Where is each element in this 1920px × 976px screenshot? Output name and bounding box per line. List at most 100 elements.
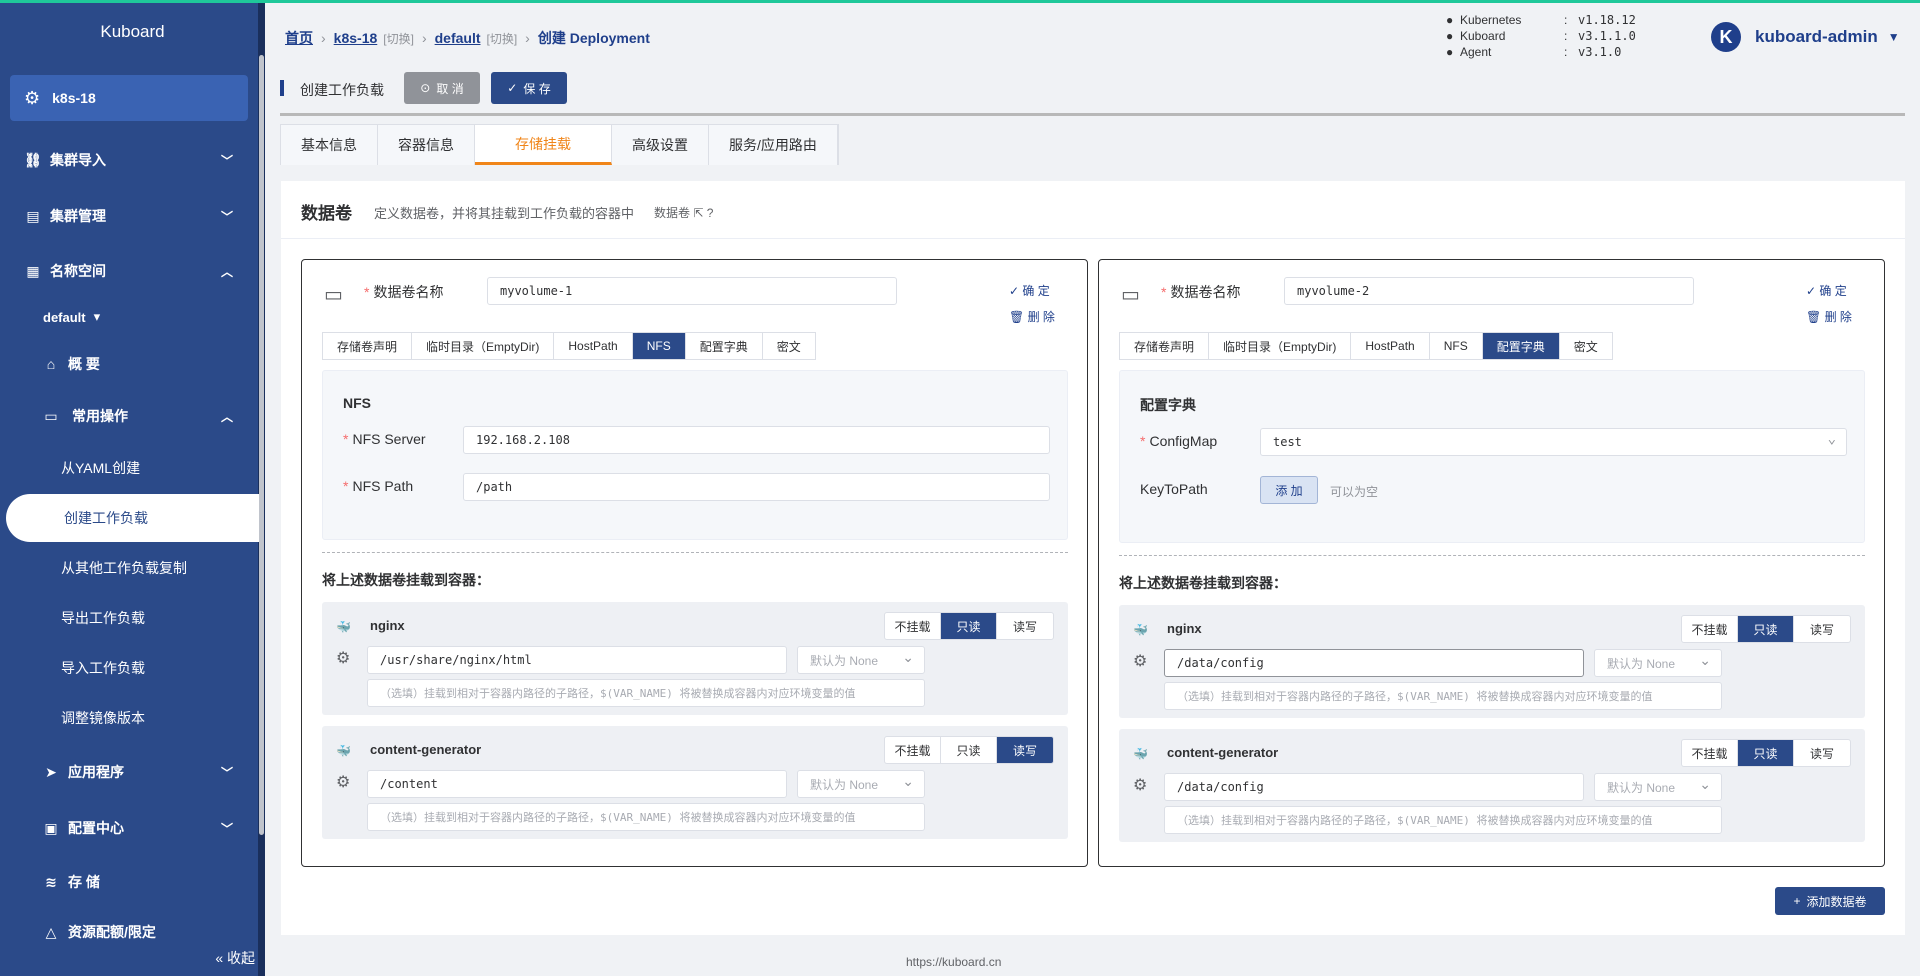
tab-storage-mount[interactable]: 存储挂载 bbox=[475, 125, 612, 165]
sidebar-item-config-center[interactable]: ▣ 配置中心 ﹀ bbox=[0, 808, 258, 848]
sidebar-item-applications[interactable]: ➤ 应用程序 ﹀ bbox=[0, 752, 258, 792]
sidebar-item-copy-workload[interactable]: 从其他工作负载复制 bbox=[0, 548, 258, 588]
volume-name-input[interactable]: myvolume-2 bbox=[1284, 277, 1694, 305]
gear-icon[interactable]: ⚙ bbox=[336, 648, 350, 668]
label-text: ConfigMap bbox=[1149, 433, 1218, 449]
scrollbar-thumb[interactable] bbox=[259, 55, 264, 835]
user-name: kuboard-admin bbox=[1755, 27, 1878, 46]
volume-type-nfs[interactable]: NFS bbox=[1429, 333, 1483, 359]
volume-type-configmap[interactable]: 配置字典 bbox=[1482, 333, 1560, 359]
breadcrumb-namespace[interactable]: default bbox=[435, 30, 481, 46]
propagation-select[interactable]: 默认为 None bbox=[797, 770, 925, 798]
propagation-select[interactable]: 默认为 None bbox=[1594, 773, 1722, 801]
tab-service-route[interactable]: 服务/应用路由 bbox=[709, 125, 838, 165]
tab-basic-info[interactable]: 基本信息 bbox=[281, 125, 378, 165]
mode-none[interactable]: 不挂载 bbox=[885, 737, 941, 763]
footer-link[interactable]: https://kuboard.cn bbox=[906, 955, 1001, 969]
volume-type-configmap[interactable]: 配置字典 bbox=[685, 333, 763, 359]
confirm-button[interactable]: ✓ 确 定 bbox=[1009, 282, 1050, 299]
mode-none[interactable]: 不挂载 bbox=[1682, 616, 1738, 642]
sidebar-item-adjust-image[interactable]: 调整镜像版本 bbox=[0, 698, 258, 738]
sidebar-scrollbar[interactable] bbox=[258, 0, 265, 976]
confirm-button[interactable]: ✓ 确 定 bbox=[1806, 282, 1847, 299]
mode-readonly[interactable]: 只读 bbox=[941, 737, 997, 763]
subpath-input[interactable]: （选填）挂载到相对于容器内路径的子路径，$(VAR_NAME) 将被替换成容器内… bbox=[367, 803, 925, 831]
volume-type-emptydir[interactable]: 临时目录（EmptyDir) bbox=[412, 333, 555, 359]
volume-type-hostpath[interactable]: HostPath bbox=[554, 333, 633, 359]
sidebar-item-create-workload[interactable]: 创建工作负载 bbox=[6, 494, 259, 542]
label-text: 数据卷名称 bbox=[1170, 284, 1241, 300]
switch-namespace-link[interactable]: [切换] bbox=[487, 30, 518, 47]
collapse-sidebar-button[interactable]: « 收起 bbox=[215, 948, 255, 968]
sidebar-item-cluster-import[interactable]: ⛓ 集群导入 ﹀ bbox=[0, 140, 258, 180]
volume-type-secret[interactable]: 密文 bbox=[1559, 333, 1612, 359]
trash-icon: 🗑 bbox=[1009, 310, 1025, 324]
mount-path-input[interactable]: /data/config bbox=[1164, 773, 1584, 801]
chevron-up-icon: ︿ bbox=[220, 264, 233, 279]
gear-icon[interactable]: ⚙ bbox=[1133, 651, 1147, 671]
mount-title: 将上述数据卷挂载到容器： bbox=[1119, 575, 1287, 591]
mode-none[interactable]: 不挂载 bbox=[1682, 740, 1738, 766]
cluster-selector[interactable]: ⚙ k8s-18 bbox=[10, 75, 248, 121]
delete-button[interactable]: 🗑 删 除 bbox=[1806, 308, 1852, 325]
disk-icon: ▭ bbox=[1121, 284, 1140, 306]
mount-path-input[interactable]: /data/config bbox=[1164, 649, 1584, 677]
mode-readwrite[interactable]: 读写 bbox=[997, 613, 1053, 639]
save-button[interactable]: ✓ 保 存 bbox=[491, 72, 567, 104]
mode-readwrite[interactable]: 读写 bbox=[1794, 740, 1850, 766]
volume-name-input[interactable]: myvolume-1 bbox=[487, 277, 897, 305]
add-key-to-path-button[interactable]: 添 加 bbox=[1260, 476, 1318, 504]
mode-readonly[interactable]: 只读 bbox=[941, 613, 997, 639]
configmap-select[interactable]: test bbox=[1260, 428, 1847, 456]
switch-cluster-link[interactable]: [切换] bbox=[383, 30, 414, 47]
check-circle-icon: ✓ bbox=[507, 81, 518, 95]
add-volume-button[interactable]: + 添加数据卷 bbox=[1775, 887, 1885, 915]
volume-type-emptydir[interactable]: 临时目录（EmptyDir) bbox=[1209, 333, 1352, 359]
sidebar-item-quota[interactable]: △ 资源配额/限定 bbox=[0, 912, 258, 952]
mode-readonly[interactable]: 只读 bbox=[1738, 740, 1794, 766]
subpath-input[interactable]: （选填）挂载到相对于容器内路径的子路径，$(VAR_NAME) 将被替换成容器内… bbox=[1164, 806, 1722, 834]
brand-logo[interactable]: Kuboard bbox=[0, 22, 265, 42]
mode-readonly[interactable]: 只读 bbox=[1738, 616, 1794, 642]
delete-button[interactable]: 🗑 删 除 bbox=[1009, 308, 1055, 325]
gear-icon[interactable]: ⚙ bbox=[336, 772, 350, 792]
propagation-select[interactable]: 默认为 None bbox=[797, 646, 925, 674]
subpath-input[interactable]: （选填）挂载到相对于容器内路径的子路径，$(VAR_NAME) 将被替换成容器内… bbox=[367, 679, 925, 707]
mode-readwrite[interactable]: 读写 bbox=[997, 737, 1053, 763]
volume-type-pvc[interactable]: 存储卷声明 bbox=[323, 333, 413, 359]
breadcrumb-cluster[interactable]: k8s-18 bbox=[334, 30, 378, 46]
nfs-server-input[interactable]: 192.168.2.108 bbox=[463, 426, 1050, 454]
gear-icon[interactable]: ⚙ bbox=[1133, 775, 1147, 795]
sidebar-item-common-ops[interactable]: ▭ 常用操作 ︿ bbox=[0, 396, 258, 436]
sidebar-item-namespace[interactable]: ▦ 名称空间 ︿ bbox=[0, 251, 258, 291]
sidebar-item-label: 名称空间 bbox=[50, 263, 106, 279]
sidebar-item-cluster-manage[interactable]: ▤ 集群管理 ﹀ bbox=[0, 196, 258, 236]
sidebar-item-storage[interactable]: ≋ 存 储 bbox=[0, 862, 258, 902]
nfs-path-input[interactable]: /path bbox=[463, 473, 1050, 501]
volume-type-secret[interactable]: 密文 bbox=[762, 333, 815, 359]
mode-readwrite[interactable]: 读写 bbox=[1794, 616, 1850, 642]
cancel-button[interactable]: ⊙ 取 消 bbox=[404, 72, 480, 104]
volume-type-nfs[interactable]: NFS bbox=[632, 333, 686, 359]
action-bar: 创建工作负载 ⊙ 取 消 ✓ 保 存 bbox=[280, 70, 1905, 116]
tab-advanced[interactable]: 高级设置 bbox=[612, 125, 709, 165]
label-text: 数据卷名称 bbox=[373, 284, 444, 300]
volume-doc-link[interactable]: 数据卷 ⇱ ? bbox=[654, 204, 713, 221]
volume-type-hostpath[interactable]: HostPath bbox=[1351, 333, 1430, 359]
propagation-select[interactable]: 默认为 None bbox=[1594, 649, 1722, 677]
mode-none[interactable]: 不挂载 bbox=[885, 613, 941, 639]
sidebar-item-overview[interactable]: ⌂ 概 要 bbox=[0, 344, 258, 384]
chevron-down-icon: ﹀ bbox=[220, 209, 233, 224]
namespace-selector[interactable]: default ▾ bbox=[0, 297, 258, 337]
breadcrumb-home[interactable]: 首页 bbox=[285, 28, 313, 48]
volume-type-pvc[interactable]: 存储卷声明 bbox=[1120, 333, 1210, 359]
subpath-input[interactable]: （选填）挂载到相对于容器内路径的子路径，$(VAR_NAME) 将被替换成容器内… bbox=[1164, 682, 1722, 710]
sidebar-item-export-workload[interactable]: 导出工作负载 bbox=[0, 598, 258, 638]
sidebar-item-import-workload[interactable]: 导入工作负载 bbox=[0, 648, 258, 688]
sidebar-item-yaml-create[interactable]: 从YAML创建 bbox=[0, 448, 258, 488]
mount-path-input[interactable]: /content bbox=[367, 770, 787, 798]
tab-container-info[interactable]: 容器信息 bbox=[378, 125, 475, 165]
mount-path-input[interactable]: /usr/share/nginx/html bbox=[367, 646, 787, 674]
volume-type-tabs: 存储卷声明 临时目录（EmptyDir) HostPath NFS 配置字典 密… bbox=[1119, 332, 1613, 360]
user-menu[interactable]: K kuboard-admin ▼ bbox=[1711, 22, 1900, 52]
